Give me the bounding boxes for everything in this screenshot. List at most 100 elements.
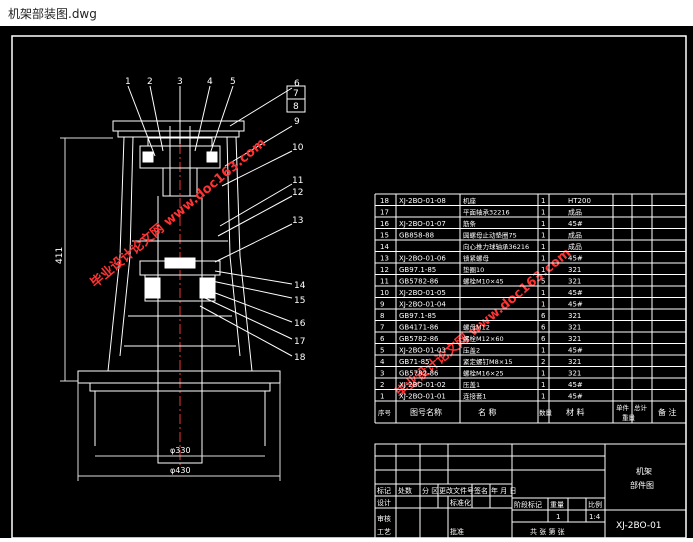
- cad-drawing[interactable]: 1 2 3 4 5 6 7 8 9 10 11 12 13 14 15 16 1…: [0, 26, 693, 539]
- bom-row-code: XJ-2BO-01-02: [399, 381, 446, 389]
- tb-count: 处数: [398, 486, 412, 495]
- bom-row-no: 14: [380, 243, 389, 251]
- tb-sheet-qty: 1: [556, 513, 560, 521]
- bom-row-code: GB97.1-85: [399, 266, 436, 274]
- bom-row-qty: 1: [541, 232, 545, 240]
- bom-row-code: XJ-2BO-01-01: [399, 393, 446, 401]
- bom-row-no: 10: [380, 289, 389, 297]
- drawing-border: [11, 35, 687, 539]
- bom-row-material: 45#: [568, 220, 583, 228]
- bom-row-name: 机座: [463, 196, 477, 205]
- tb-scale-value: 1:4: [589, 513, 601, 521]
- bom-row-qty: 1: [541, 370, 545, 378]
- bom-row-no: 13: [380, 255, 389, 263]
- tb-zone: 分 区: [422, 486, 438, 495]
- tb-approve: 批准: [450, 527, 464, 536]
- tb-design: 设计: [377, 498, 391, 507]
- bom-row-no: 5: [380, 347, 384, 355]
- bom-row-qty: 6: [541, 312, 546, 320]
- bom-header-material: 材 料: [566, 407, 585, 417]
- bom-row-name: 压盖1: [463, 380, 480, 389]
- bom-header-weight-unit: 单件: [616, 403, 630, 412]
- bom-row-name: 螺栓M10×45: [463, 277, 504, 286]
- bom-row-code: GB5782-86: [399, 278, 439, 286]
- bom-row-qty: 1: [541, 209, 545, 217]
- bom-row-qty: 6: [541, 324, 546, 332]
- bom-row-name: 垫圈10: [463, 265, 484, 274]
- tb-part-name-2: 部件图: [630, 480, 654, 490]
- window-title: 机架部装图.dwg: [8, 7, 97, 21]
- bom-row-qty: 1: [541, 347, 545, 355]
- bom-row-material: 321: [568, 335, 581, 343]
- bom-row-qty: 1: [541, 197, 545, 205]
- bom-row-no: 3: [380, 370, 384, 378]
- callout-3: 3: [177, 77, 183, 87]
- bom-row-code: XJ-2BO-01-07: [399, 220, 446, 228]
- tb-drawing-no: XJ-2BO-01: [616, 521, 662, 531]
- callout-5: 5: [230, 77, 236, 87]
- bom-row-code: XJ-2BO-01-04: [399, 301, 446, 309]
- bom-row-material: 321: [568, 358, 581, 366]
- bom-row-no: 1: [380, 393, 384, 401]
- callout-1: 1: [125, 77, 131, 87]
- tb-change-doc: 更改文件号: [439, 486, 474, 495]
- bom-header-note: 备 注: [658, 407, 677, 417]
- bom-row-code: GB71-85: [399, 358, 430, 366]
- bom-row-qty: 1: [541, 255, 545, 263]
- tb-scale: 比例: [588, 500, 602, 509]
- bom-row-qty: 1: [541, 289, 545, 297]
- bom-row-qty: 1: [541, 243, 545, 251]
- tb-part-name-1: 机架: [636, 466, 652, 476]
- bom-row-code: GB4171-86: [399, 324, 439, 332]
- bom-header-name: 名 称: [478, 407, 497, 417]
- callout-10: 10: [292, 143, 304, 153]
- bom-row-qty: 6: [541, 335, 546, 343]
- bom-row-material: 321: [568, 324, 581, 332]
- callout-15: 15: [294, 296, 305, 306]
- tb-weight: 重量: [550, 501, 564, 509]
- cad-canvas[interactable]: 1 2 3 4 5 6 7 8 9 10 11 12 13 14 15 16 1…: [0, 26, 693, 539]
- bom-row-name: 向心推力球轴承36216: [463, 242, 529, 251]
- bom-row-no: 18: [380, 197, 389, 205]
- tb-process: 工艺: [377, 528, 391, 536]
- bom-row-name: 压盖2: [463, 346, 480, 355]
- bom-row-no: 11: [380, 278, 389, 286]
- tb-review: 审核: [377, 514, 391, 523]
- bom-row-qty: 1: [541, 220, 545, 228]
- bom-row-code: GB858-88: [399, 232, 434, 240]
- bom-row-material: 321: [568, 278, 581, 286]
- bom-header-no: 序号: [378, 408, 392, 417]
- bom-row-material: 45#: [568, 255, 583, 263]
- bom-row-qty: 2: [541, 358, 545, 366]
- bom-header-qty: 数量: [539, 408, 553, 417]
- bom-row-no: 6: [380, 335, 385, 343]
- bom-row-name: 连接套1: [463, 392, 487, 401]
- callout-2: 2: [147, 77, 153, 87]
- bom-row-material: 321: [568, 312, 581, 320]
- bom-row-material: 321: [568, 266, 581, 274]
- bom-row-name: 圆螺母止动垫圈75: [463, 231, 517, 240]
- tb-standard: 标准化: [450, 498, 471, 507]
- callout-16: 16: [294, 319, 306, 329]
- callout-13: 13: [292, 216, 303, 226]
- bom-row-no: 7: [380, 324, 384, 332]
- callout-7: 7: [293, 89, 299, 99]
- bom-header-code: 图号名称: [410, 407, 442, 417]
- bom-header-weight: 重量: [622, 414, 636, 422]
- dim-height: 411: [55, 247, 65, 264]
- bom-row-material: 321: [568, 370, 581, 378]
- tb-stage-mark: 阶段标记: [514, 500, 542, 509]
- bom-row-qty: 1: [541, 301, 545, 309]
- dim-diameter-1: φ330: [170, 446, 191, 455]
- tb-mark: 标记: [377, 486, 391, 495]
- bom-row-material: 45#: [568, 289, 583, 297]
- bom-row-material: 成品: [568, 242, 582, 251]
- callout-4: 4: [207, 77, 213, 87]
- bom-row-code: GB5782-86: [399, 335, 439, 343]
- tb-sign: 签名: [474, 486, 488, 495]
- callout-12: 12: [292, 188, 303, 198]
- bom-row-material: 45#: [568, 381, 583, 389]
- bom-row-no: 12: [380, 266, 389, 274]
- window-titlebar: 机架部装图.dwg: [0, 0, 693, 26]
- callout-14: 14: [294, 281, 306, 291]
